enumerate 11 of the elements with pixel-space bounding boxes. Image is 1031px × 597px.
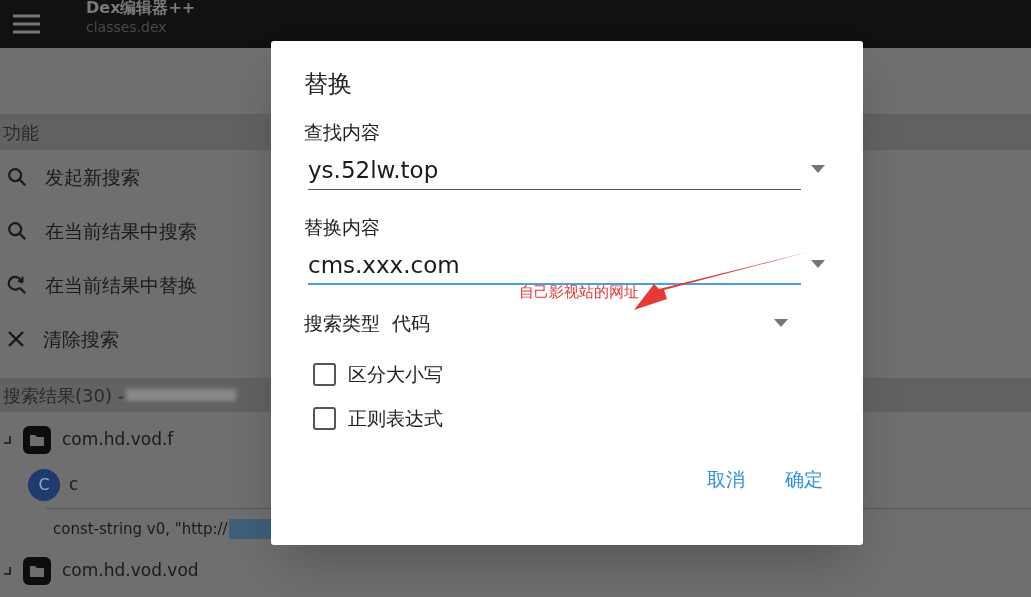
field-label: 查找内容: [304, 120, 381, 145]
checkbox-label: 区分大小写: [348, 361, 443, 387]
annotation-text: 自己影视站的网址: [519, 282, 639, 303]
file-name: classes.dex: [86, 18, 168, 36]
class-badge: C: [28, 469, 60, 501]
checkbox-label: 正则表达式: [348, 405, 443, 431]
field-label: 替换内容: [304, 215, 381, 240]
search-type-label: 搜索类型: [304, 310, 380, 336]
dialog-title: 替换: [304, 69, 353, 100]
app-title: Dex编辑器++: [86, 0, 196, 18]
section-header: 搜索结果(30) -: [3, 383, 125, 408]
